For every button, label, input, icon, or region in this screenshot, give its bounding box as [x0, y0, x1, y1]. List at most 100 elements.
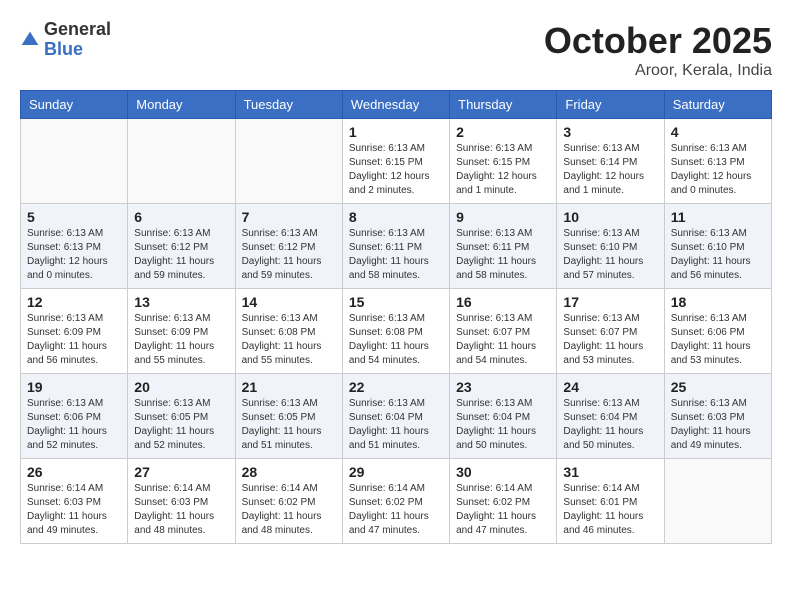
calendar-day-cell: 19Sunrise: 6:13 AM Sunset: 6:06 PM Dayli…: [21, 374, 128, 459]
day-header: Friday: [557, 91, 664, 119]
day-header: Thursday: [450, 91, 557, 119]
calendar-week-row: 1 Sunrise: 6:13 AM Sunset: 6:15 PM Daylig…: [21, 119, 772, 204]
day-number: 17: [563, 294, 657, 310]
calendar-week-row: 26 Sunrise: 6:14 AM Sunset: 6:03 PM Dayli…: [21, 459, 772, 544]
day-info: Sunrise: 6:14 AM Sunset: 6:02 PM Dayligh…: [349, 482, 443, 538]
calendar-day-cell: 17 Sunrise: 6:13 AM Sunset: 6:07 PM Dayli…: [557, 289, 664, 374]
day-number: 31: [563, 464, 657, 480]
day-info: Sunrise: 6:13 AM Sunset: 6:05 PM Dayligh…: [242, 397, 336, 453]
calendar-day-cell: [21, 119, 128, 204]
day-number: 20: [134, 379, 228, 395]
day-info: Sunrise: 6:13 AM Sunset: 6:03 PM Dayligh…: [671, 397, 765, 453]
day-info: Sunrise: 6:13 AM Sunset: 6:06 PM Dayligh…: [27, 397, 121, 453]
month-title: October 2025: [544, 20, 772, 62]
location: Aroor, Kerala, India: [544, 62, 772, 80]
calendar-day-cell: 8 Sunrise: 6:13 AM Sunset: 6:11 PM Daylig…: [342, 204, 449, 289]
day-number: 30: [456, 464, 550, 480]
day-number: 14: [242, 294, 336, 310]
day-number: 6: [134, 209, 228, 225]
day-info: Sunrise: 6:13 AM Sunset: 6:04 PM Dayligh…: [456, 397, 550, 453]
day-info: Sunrise: 6:13 AM Sunset: 6:13 PM Dayligh…: [671, 142, 765, 198]
day-info: Sunrise: 6:13 AM Sunset: 6:15 PM Dayligh…: [456, 142, 550, 198]
day-number: 12: [27, 294, 121, 310]
calendar-day-cell: 12 Sunrise: 6:13 AM Sunset: 6:09 PM Dayli…: [21, 289, 128, 374]
day-info: Sunrise: 6:13 AM Sunset: 6:15 PM Dayligh…: [349, 142, 443, 198]
day-header: Wednesday: [342, 91, 449, 119]
logo: General Blue: [20, 20, 111, 60]
day-header: Tuesday: [235, 91, 342, 119]
day-number: 10: [563, 209, 657, 225]
day-info: Sunrise: 6:14 AM Sunset: 6:01 PM Dayligh…: [563, 482, 657, 538]
day-number: 18: [671, 294, 765, 310]
calendar-day-cell: 4 Sunrise: 6:13 AM Sunset: 6:13 PM Daylig…: [664, 119, 771, 204]
calendar-day-cell: 9Sunrise: 6:13 AM Sunset: 6:11 PM Daylig…: [450, 204, 557, 289]
day-number: 3: [563, 124, 657, 140]
day-info: Sunrise: 6:13 AM Sunset: 6:04 PM Dayligh…: [349, 397, 443, 453]
calendar-day-cell: 25 Sunrise: 6:13 AM Sunset: 6:03 PM Dayli…: [664, 374, 771, 459]
calendar-day-cell: 18Sunrise: 6:13 AM Sunset: 6:06 PM Dayli…: [664, 289, 771, 374]
calendar-day-cell: 29 Sunrise: 6:14 AM Sunset: 6:02 PM Dayli…: [342, 459, 449, 544]
calendar-week-row: 5 Sunrise: 6:13 AM Sunset: 6:13 PM Daylig…: [21, 204, 772, 289]
day-info: Sunrise: 6:13 AM Sunset: 6:09 PM Dayligh…: [27, 312, 121, 368]
calendar-week-row: 12 Sunrise: 6:13 AM Sunset: 6:09 PM Dayli…: [21, 289, 772, 374]
calendar-day-cell: 21 Sunrise: 6:13 AM Sunset: 6:05 PM Dayli…: [235, 374, 342, 459]
day-info: Sunrise: 6:13 AM Sunset: 6:07 PM Dayligh…: [456, 312, 550, 368]
day-number: 21: [242, 379, 336, 395]
calendar-day-cell: 28Sunrise: 6:14 AM Sunset: 6:02 PM Dayli…: [235, 459, 342, 544]
calendar-day-cell: 2 Sunrise: 6:13 AM Sunset: 6:15 PM Daylig…: [450, 119, 557, 204]
calendar-day-cell: 27 Sunrise: 6:14 AM Sunset: 6:03 PM Dayli…: [128, 459, 235, 544]
day-info: Sunrise: 6:13 AM Sunset: 6:13 PM Dayligh…: [27, 227, 121, 283]
calendar-day-cell: [128, 119, 235, 204]
calendar-day-cell: 24Sunrise: 6:13 AM Sunset: 6:04 PM Dayli…: [557, 374, 664, 459]
calendar-day-cell: 11 Sunrise: 6:13 AM Sunset: 6:10 PM Dayli…: [664, 204, 771, 289]
page-header: General Blue October 2025 Aroor, Kerala,…: [20, 20, 772, 80]
calendar-day-cell: 10Sunrise: 6:13 AM Sunset: 6:10 PM Dayli…: [557, 204, 664, 289]
calendar-day-cell: [235, 119, 342, 204]
day-info: Sunrise: 6:13 AM Sunset: 6:12 PM Dayligh…: [242, 227, 336, 283]
day-number: 28: [242, 464, 336, 480]
day-number: 16: [456, 294, 550, 310]
title-block: October 2025 Aroor, Kerala, India: [544, 20, 772, 80]
calendar-day-cell: 7Sunrise: 6:13 AM Sunset: 6:12 PM Daylig…: [235, 204, 342, 289]
calendar-day-cell: 13 Sunrise: 6:13 AM Sunset: 6:09 PM Dayli…: [128, 289, 235, 374]
day-number: 23: [456, 379, 550, 395]
day-info: Sunrise: 6:13 AM Sunset: 6:05 PM Dayligh…: [134, 397, 228, 453]
day-number: 5: [27, 209, 121, 225]
calendar-day-cell: 22 Sunrise: 6:13 AM Sunset: 6:04 PM Dayli…: [342, 374, 449, 459]
calendar-header-row: SundayMondayTuesdayWednesdayThursdayFrid…: [21, 91, 772, 119]
day-info: Sunrise: 6:13 AM Sunset: 6:09 PM Dayligh…: [134, 312, 228, 368]
day-number: 13: [134, 294, 228, 310]
day-number: 27: [134, 464, 228, 480]
logo-icon: [20, 30, 40, 50]
calendar-day-cell: 1 Sunrise: 6:13 AM Sunset: 6:15 PM Daylig…: [342, 119, 449, 204]
calendar-day-cell: 16 Sunrise: 6:13 AM Sunset: 6:07 PM Dayli…: [450, 289, 557, 374]
day-number: 25: [671, 379, 765, 395]
day-number: 15: [349, 294, 443, 310]
day-info: Sunrise: 6:13 AM Sunset: 6:11 PM Dayligh…: [456, 227, 550, 283]
day-number: 1: [349, 124, 443, 140]
calendar-day-cell: [664, 459, 771, 544]
day-info: Sunrise: 6:13 AM Sunset: 6:14 PM Dayligh…: [563, 142, 657, 198]
day-number: 22: [349, 379, 443, 395]
day-number: 29: [349, 464, 443, 480]
day-number: 4: [671, 124, 765, 140]
day-info: Sunrise: 6:14 AM Sunset: 6:03 PM Dayligh…: [134, 482, 228, 538]
day-number: 2: [456, 124, 550, 140]
day-info: Sunrise: 6:13 AM Sunset: 6:04 PM Dayligh…: [563, 397, 657, 453]
calendar-day-cell: 30 Sunrise: 6:14 AM Sunset: 6:02 PM Dayli…: [450, 459, 557, 544]
day-header: Sunday: [21, 91, 128, 119]
day-number: 26: [27, 464, 121, 480]
day-info: Sunrise: 6:13 AM Sunset: 6:08 PM Dayligh…: [349, 312, 443, 368]
day-header: Saturday: [664, 91, 771, 119]
day-info: Sunrise: 6:13 AM Sunset: 6:11 PM Dayligh…: [349, 227, 443, 283]
day-info: Sunrise: 6:14 AM Sunset: 6:02 PM Dayligh…: [456, 482, 550, 538]
calendar-day-cell: 23 Sunrise: 6:13 AM Sunset: 6:04 PM Dayli…: [450, 374, 557, 459]
calendar-day-cell: 6Sunrise: 6:13 AM Sunset: 6:12 PM Daylig…: [128, 204, 235, 289]
day-info: Sunrise: 6:13 AM Sunset: 6:07 PM Dayligh…: [563, 312, 657, 368]
calendar-day-cell: 15 Sunrise: 6:13 AM Sunset: 6:08 PM Dayli…: [342, 289, 449, 374]
day-number: 11: [671, 209, 765, 225]
day-info: Sunrise: 6:13 AM Sunset: 6:10 PM Dayligh…: [671, 227, 765, 283]
day-info: Sunrise: 6:14 AM Sunset: 6:03 PM Dayligh…: [27, 482, 121, 538]
day-number: 8: [349, 209, 443, 225]
calendar-table: SundayMondayTuesdayWednesdayThursdayFrid…: [20, 90, 772, 544]
